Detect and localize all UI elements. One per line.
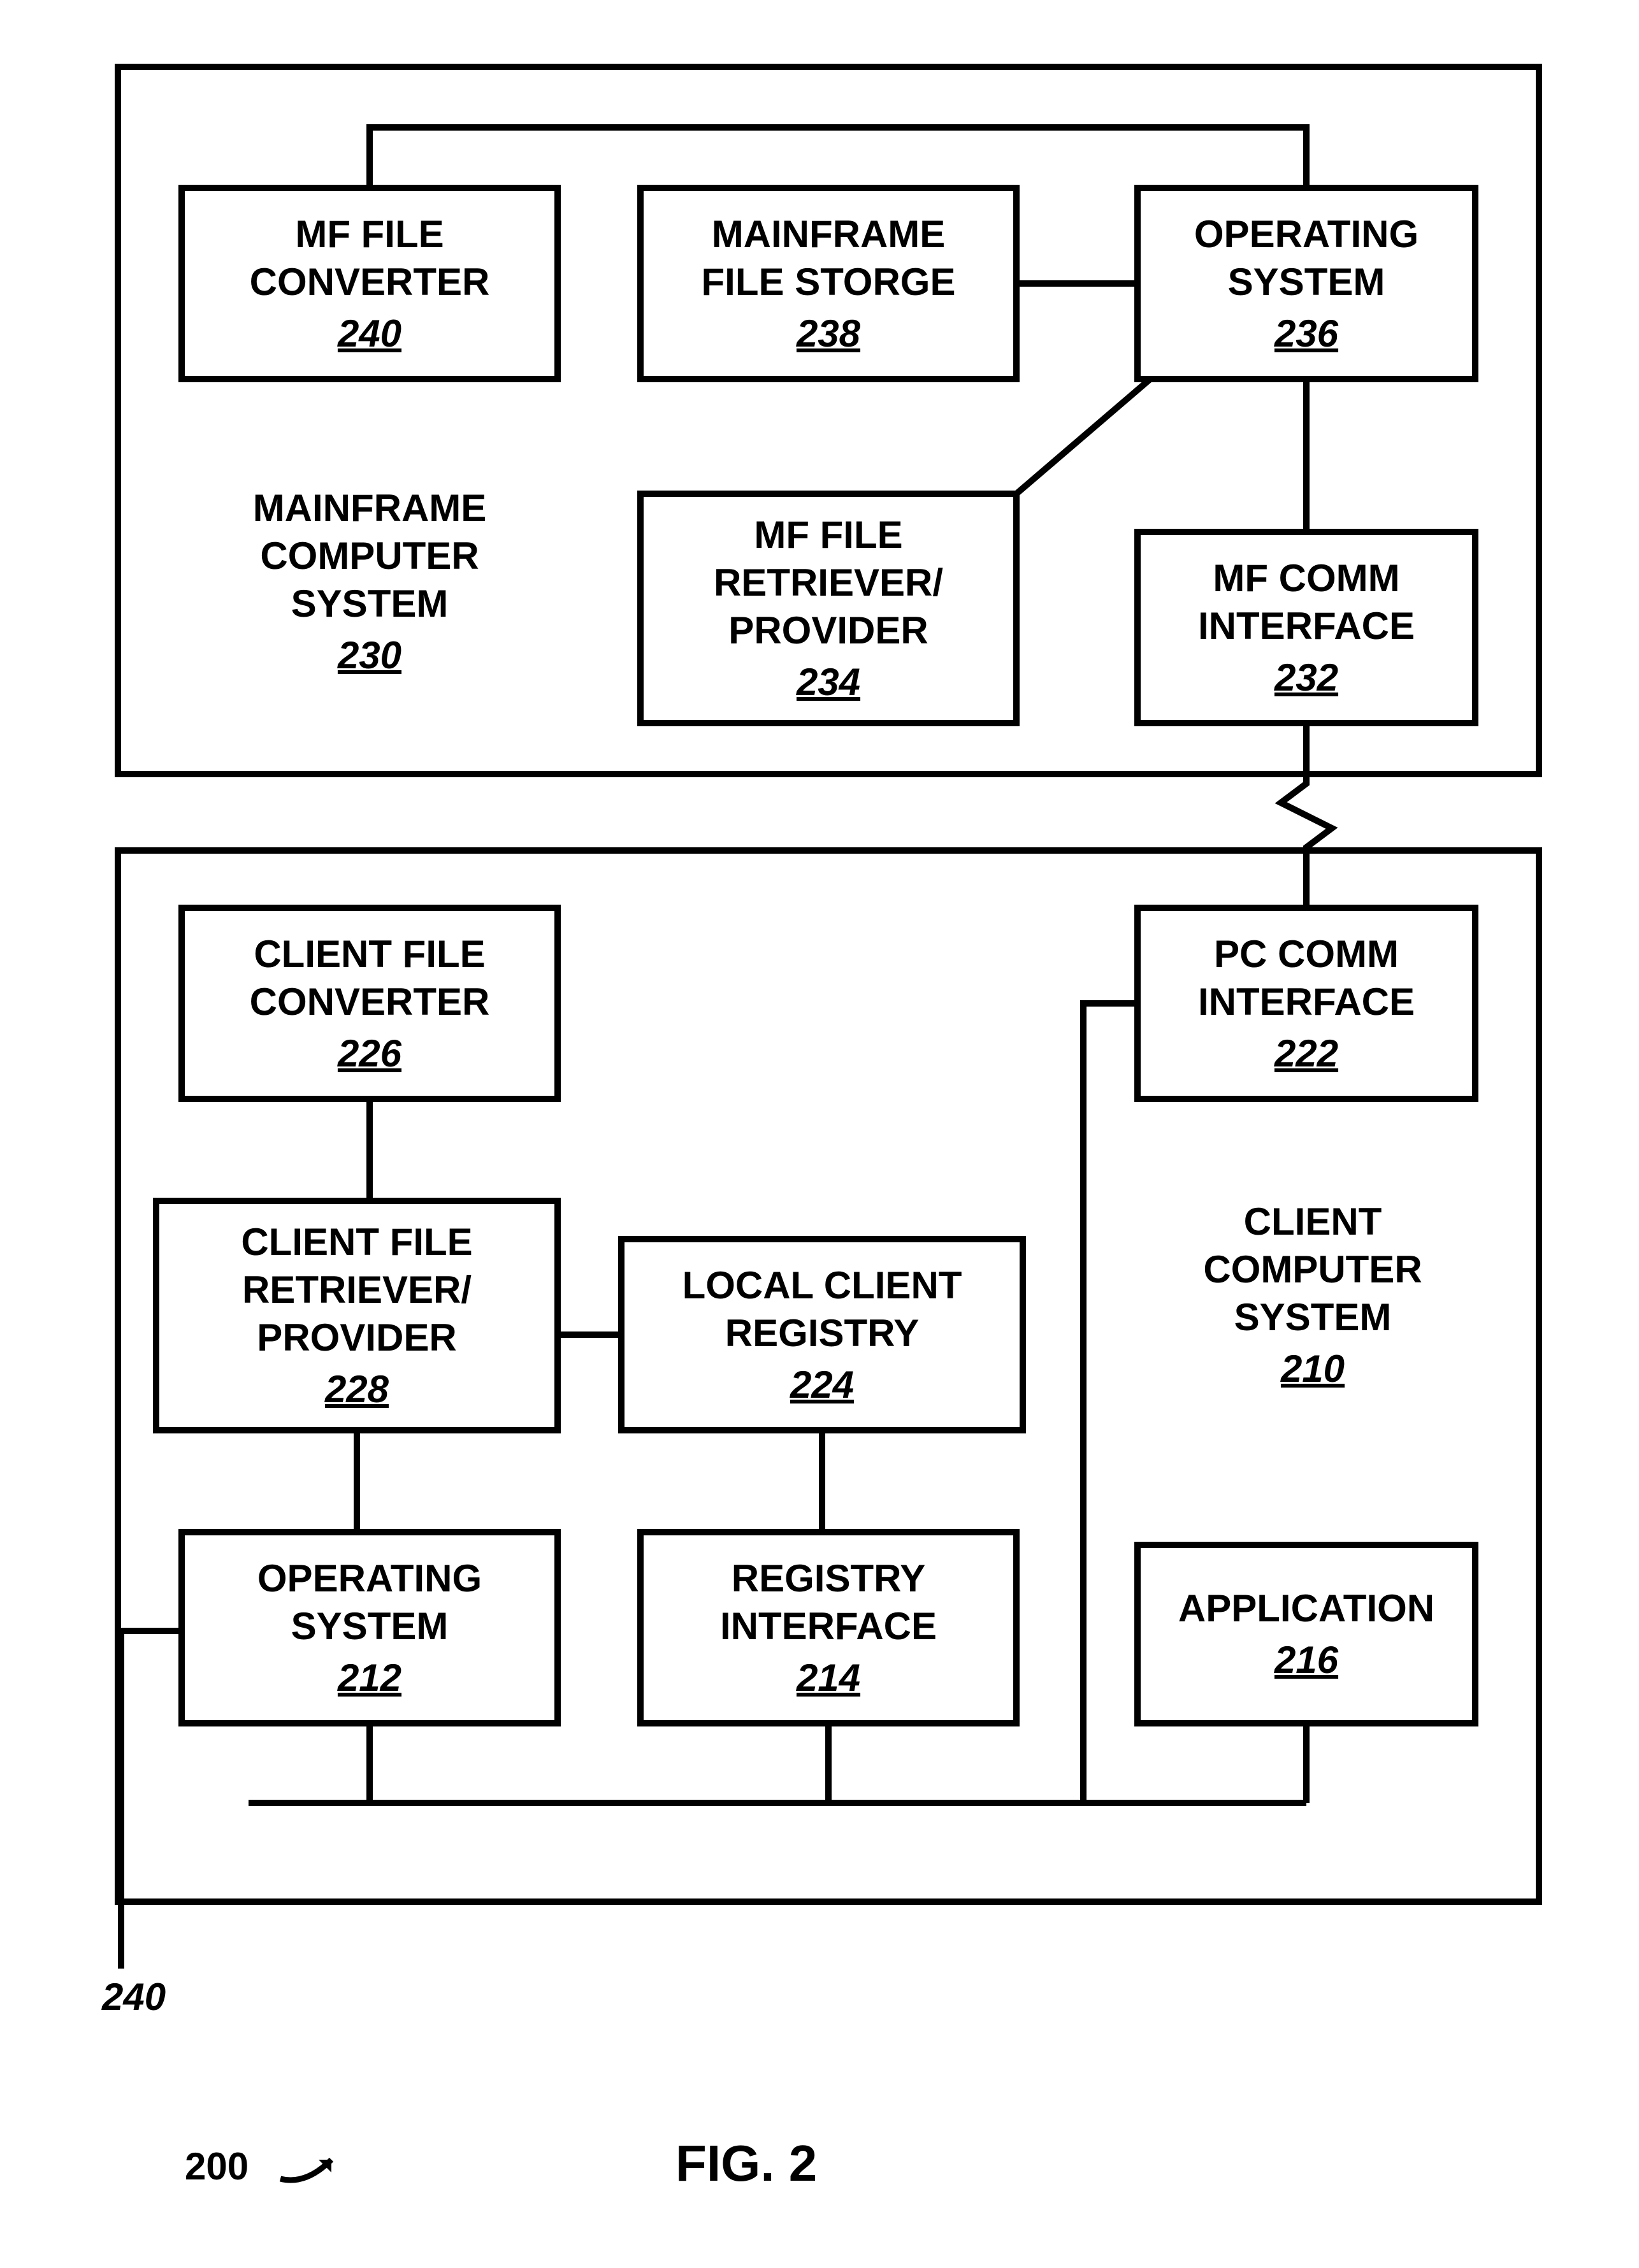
mf-file-converter-l2: CONVERTER: [250, 258, 490, 306]
client-retriever-block: CLIENT FILE RETRIEVER/ PROVIDER 228: [153, 1198, 561, 1433]
mf-file-converter-l1: MF FILE: [295, 210, 444, 258]
client-os-l2: SYSTEM: [291, 1602, 449, 1650]
mf-os-l1: OPERATING: [1194, 210, 1419, 258]
mf-file-converter-ref: 240: [338, 310, 401, 357]
pc-comm-ref: 222: [1274, 1030, 1338, 1077]
mf-comm-ref: 232: [1274, 654, 1338, 701]
client-system-label-ref: 210: [1122, 1345, 1504, 1393]
application-l1: APPLICATION: [1178, 1584, 1434, 1632]
pc-comm-l1: PC COMM: [1214, 930, 1399, 978]
callout-240: 240: [102, 1975, 166, 2019]
mf-file-storage-l1: MAINFRAME: [712, 210, 946, 258]
registry-interface-block: REGISTRY INTERFACE 214: [637, 1529, 1020, 1726]
figure-label: FIG. 2: [675, 2134, 817, 2193]
mf-retriever-l1: MF FILE: [754, 511, 902, 559]
mf-retriever-ref: 234: [797, 658, 860, 706]
figure-ref-num: 200: [185, 2144, 249, 2188]
mf-file-storage-l2: FILE STORGE: [702, 258, 956, 306]
registry-interface-l2: INTERFACE: [720, 1602, 937, 1650]
local-client-registry-ref: 224: [790, 1361, 854, 1409]
mf-os-l2: SYSTEM: [1228, 258, 1385, 306]
mf-comm-l2: INTERFACE: [1198, 602, 1415, 650]
application-ref: 216: [1274, 1636, 1338, 1684]
client-system-label-l3: SYSTEM: [1122, 1293, 1504, 1341]
client-system-label-l1: CLIENT: [1122, 1198, 1504, 1245]
mainframe-system-label-l3: SYSTEM: [178, 580, 561, 628]
client-file-converter-l2: CONVERTER: [250, 978, 490, 1026]
mainframe-system-label-l2: COMPUTER: [178, 532, 561, 580]
local-client-registry-l1: LOCAL CLIENT: [682, 1261, 962, 1309]
client-os-ref: 212: [338, 1654, 401, 1702]
local-client-registry-block: LOCAL CLIENT REGISTRY 224: [618, 1236, 1026, 1433]
arrow-icon: [274, 2141, 363, 2192]
pc-comm-block: PC COMM INTERFACE 222: [1134, 905, 1478, 1102]
client-file-converter-block: CLIENT FILE CONVERTER 226: [178, 905, 561, 1102]
mf-file-storage-ref: 238: [797, 310, 860, 357]
mf-retriever-l3: PROVIDER: [728, 606, 928, 654]
mf-retriever-block: MF FILE RETRIEVER/ PROVIDER 234: [637, 491, 1020, 726]
mainframe-system-label-l1: MAINFRAME: [178, 484, 561, 532]
mf-os-ref: 236: [1274, 310, 1338, 357]
client-file-converter-l1: CLIENT FILE: [254, 930, 485, 978]
client-retriever-l1: CLIENT FILE: [241, 1218, 472, 1266]
mf-comm-l1: MF COMM: [1213, 554, 1399, 602]
client-retriever-ref: 228: [325, 1365, 389, 1413]
registry-interface-l1: REGISTRY: [732, 1554, 925, 1602]
mf-retriever-l2: RETRIEVER/: [714, 559, 943, 606]
client-retriever-l3: PROVIDER: [257, 1314, 456, 1361]
registry-interface-ref: 214: [797, 1654, 860, 1702]
client-os-block: OPERATING SYSTEM 212: [178, 1529, 561, 1726]
mainframe-system-label: MAINFRAME COMPUTER SYSTEM 230: [178, 484, 561, 679]
mf-comm-block: MF COMM INTERFACE 232: [1134, 529, 1478, 726]
application-block: APPLICATION 216: [1134, 1542, 1478, 1726]
figure-row: 200: [185, 2141, 363, 2192]
client-retriever-l2: RETRIEVER/: [242, 1266, 472, 1314]
pc-comm-l2: INTERFACE: [1198, 978, 1415, 1026]
mf-file-converter-block: MF FILE CONVERTER 240: [178, 185, 561, 382]
mainframe-system-label-ref: 230: [178, 631, 561, 679]
mf-file-storage-block: MAINFRAME FILE STORGE 238: [637, 185, 1020, 382]
client-file-converter-ref: 226: [338, 1030, 401, 1077]
client-system-label: CLIENT COMPUTER SYSTEM 210: [1122, 1198, 1504, 1393]
local-client-registry-l2: REGISTRY: [725, 1309, 919, 1357]
client-os-l1: OPERATING: [257, 1554, 482, 1602]
client-system-label-l2: COMPUTER: [1122, 1245, 1504, 1293]
mf-os-block: OPERATING SYSTEM 236: [1134, 185, 1478, 382]
